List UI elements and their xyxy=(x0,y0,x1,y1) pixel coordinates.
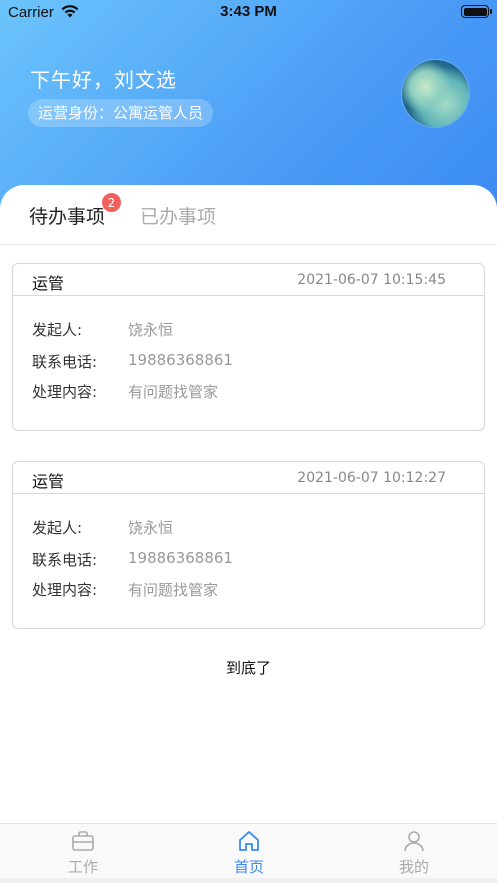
clock: 3:43 PM xyxy=(220,3,277,20)
list-end-text: 到底了 xyxy=(225,659,271,677)
initiator-value: 饶永恒 xyxy=(128,321,174,339)
tabbar-label-home: 首页 xyxy=(233,858,264,876)
phone-label: 联系电话: xyxy=(32,551,98,569)
home-indicator xyxy=(0,878,497,883)
tab-pending[interactable]: 待办事项 xyxy=(29,202,105,229)
initiator-label: 发起人: xyxy=(32,519,83,537)
avatar[interactable] xyxy=(402,60,469,127)
content-label: 处理内容: xyxy=(32,383,98,401)
content-label: 处理内容: xyxy=(32,581,98,599)
tabbar-label-work: 工作 xyxy=(67,858,98,876)
user-icon xyxy=(404,831,424,852)
phone-value[interactable]: 19886368861 xyxy=(128,351,233,369)
tabbar-item-mine[interactable]: 我的 xyxy=(364,824,464,879)
tabbar-label-mine: 我的 xyxy=(398,858,429,876)
bottom-tabbar: 工作 首页 我的 xyxy=(0,823,497,883)
initiator-value: 饶永恒 xyxy=(128,519,174,537)
status-bar: Carrier 3:43 PM xyxy=(0,0,497,26)
home-icon xyxy=(239,831,259,851)
tabbar-item-home[interactable]: 首页 xyxy=(199,824,299,879)
tab-done[interactable]: 已办事项 xyxy=(140,202,216,229)
task-type: 运管 xyxy=(32,274,65,293)
role-badge: 运营身份：公寓运管人员 xyxy=(28,99,214,127)
task-tabs: 待办事项 2 已办事项 xyxy=(0,185,497,245)
tabbar-item-work[interactable]: 工作 xyxy=(33,824,133,879)
content-value: 有问题找管家 xyxy=(128,383,219,401)
phone-value[interactable]: 19886368861 xyxy=(128,549,233,567)
task-card-header: 运管 2021-06-07 10:12:27 xyxy=(13,462,484,494)
battery-icon xyxy=(461,5,492,18)
main-content: 待办事项 2 已办事项 运管 2021-06-07 10:15:45 发起人: … xyxy=(0,185,497,825)
task-card[interactable]: 运管 2021-06-07 10:15:45 发起人: 饶永恒 联系电话: 19… xyxy=(12,263,485,431)
pending-count-badge: 2 xyxy=(101,192,122,213)
task-time: 2021-06-07 10:15:45 xyxy=(297,272,446,288)
task-type: 运管 xyxy=(32,472,65,491)
task-card-header: 运管 2021-06-07 10:15:45 xyxy=(13,264,484,296)
greeting-text: 下午好，刘文选 xyxy=(30,68,177,92)
task-time: 2021-06-07 10:12:27 xyxy=(297,470,446,486)
briefcase-icon xyxy=(72,831,94,851)
initiator-label: 发起人: xyxy=(32,321,83,339)
phone-label: 联系电话: xyxy=(32,353,98,371)
task-card[interactable]: 运管 2021-06-07 10:12:27 发起人: 饶永恒 联系电话: 19… xyxy=(12,461,485,629)
content-value: 有问题找管家 xyxy=(128,581,219,599)
